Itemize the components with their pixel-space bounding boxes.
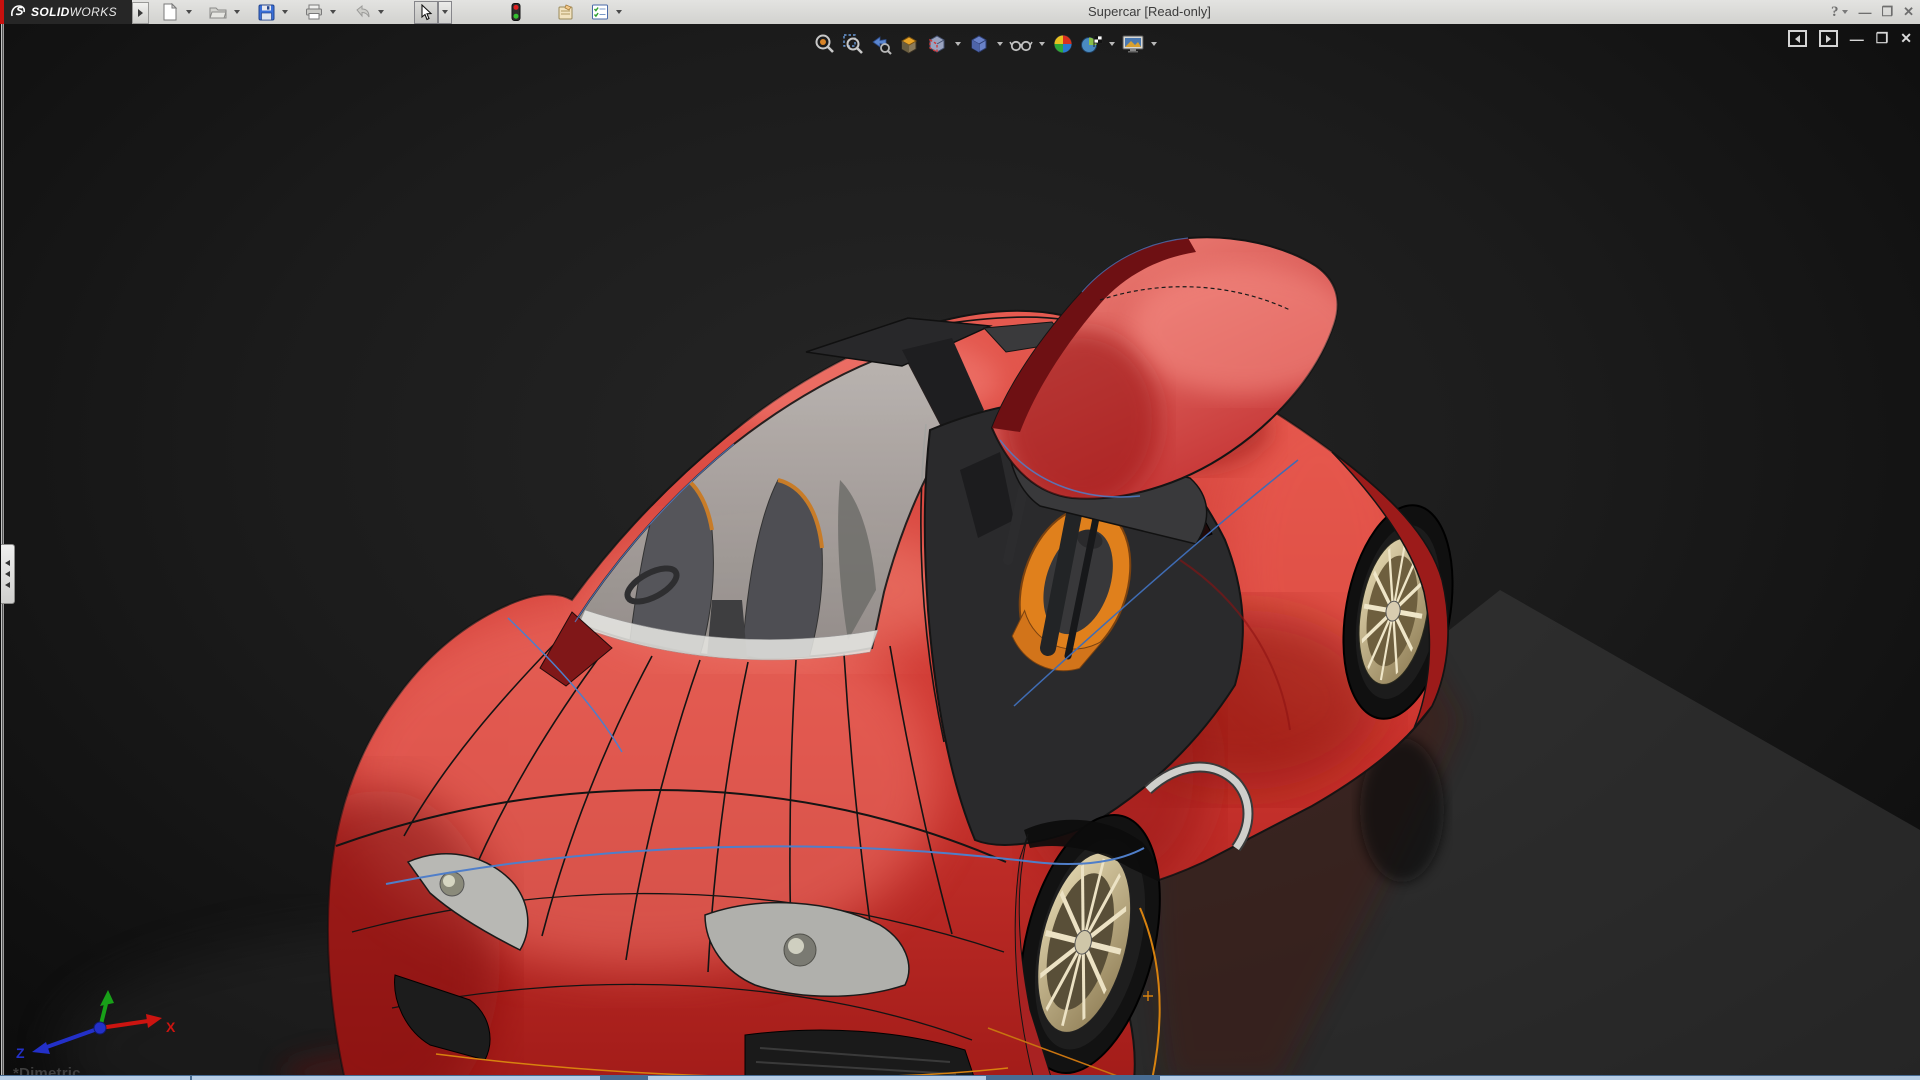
headsup-view-toolbar: [812, 32, 1159, 56]
document-window-controls: — ❐ ✕: [1787, 30, 1912, 47]
graphics-viewport[interactable]: X Z — ❐ ✕ *Dimetric: [0, 24, 1920, 1080]
previous-view-icon: [871, 36, 892, 55]
restore-button[interactable]: ❐: [1881, 4, 1893, 20]
titlebar: SOLIDWORKS Supercar [Read-only] ? — ❐ ✕: [0, 0, 1920, 25]
undo-arrow-icon: [356, 4, 370, 18]
section-view-button[interactable]: [896, 32, 921, 56]
zoom-to-area-button[interactable]: [840, 32, 865, 56]
help-dropdown[interactable]: [1842, 10, 1849, 14]
undo-dropdown[interactable]: [374, 1, 388, 24]
save-dropdown[interactable]: [278, 1, 292, 24]
triangle-right-icon: [1825, 34, 1831, 43]
new-document-button[interactable]: [158, 1, 182, 24]
save-button[interactable]: [254, 1, 278, 24]
car-model-scene[interactable]: X Z: [0, 24, 1920, 1080]
brand-text-bold: SOLID: [31, 5, 70, 19]
options-button[interactable]: [588, 1, 612, 24]
traffic-light-icon: [511, 3, 521, 21]
previous-view-button[interactable]: [868, 32, 893, 56]
select-dropdown[interactable]: [438, 0, 452, 24]
display-style-button[interactable]: [966, 32, 991, 56]
print-icon: [306, 4, 322, 20]
select-button[interactable]: [414, 0, 438, 24]
pane-right-toggle[interactable]: [1818, 30, 1838, 47]
hide-show-items-dropdown[interactable]: [1036, 32, 1047, 56]
view-settings-button[interactable]: [1120, 32, 1145, 56]
solidworks-window: SOLIDWORKS Supercar [Read-only] ? — ❐ ✕ …: [0, 0, 1920, 1080]
featuremanager-collapsed-tab[interactable]: [1, 544, 15, 604]
3ds-logo-icon: [11, 5, 26, 17]
chevron-left-icon: [5, 560, 10, 566]
rebuild-button[interactable]: [504, 1, 528, 24]
doc-restore-button[interactable]: ❐: [1876, 30, 1889, 47]
view-orientation-button[interactable]: [924, 32, 949, 56]
apply-scene-dropdown[interactable]: [1106, 32, 1117, 56]
minimize-button[interactable]: —: [1858, 5, 1871, 20]
chevron-left-icon: [5, 582, 10, 588]
zoom-to-fit-button[interactable]: [812, 32, 837, 56]
select-cursor-icon: [421, 3, 433, 20]
apply-scene-button[interactable]: [1078, 32, 1103, 56]
view-orientation-icon: [928, 35, 944, 54]
triad-x-label: X: [166, 1019, 176, 1035]
view-settings-dropdown[interactable]: [1148, 32, 1159, 56]
hide-show-items-button[interactable]: [1008, 32, 1033, 56]
appearance-ball-icon: [1053, 35, 1072, 53]
new-document-dropdown[interactable]: [182, 1, 196, 24]
window-title: Supercar [Read-only]: [1088, 4, 1211, 19]
print-button[interactable]: [302, 1, 326, 24]
file-properties-button[interactable]: [554, 1, 578, 24]
arrow-right-icon: [138, 9, 143, 17]
open-dropdown[interactable]: [230, 1, 244, 24]
pane-left-toggle[interactable]: [1787, 30, 1807, 47]
view-settings-icon: [1122, 35, 1143, 53]
zoom-to-area-icon: [842, 34, 863, 54]
options-dropdown[interactable]: [612, 1, 626, 24]
apply-scene-icon: [1080, 35, 1102, 53]
solidworks-brand: SOLIDWORKS: [4, 0, 132, 24]
main-toolbar: [158, 0, 626, 24]
display-style-dropdown[interactable]: [994, 32, 1005, 56]
options-icon: [592, 4, 608, 20]
display-style-icon: [971, 35, 986, 53]
edit-appearance-button[interactable]: [1050, 32, 1075, 56]
undo-button[interactable]: [350, 1, 374, 24]
help-button[interactable]: ?: [1831, 4, 1839, 21]
chevron-left-icon: [5, 571, 10, 577]
triad-z-label: Z: [16, 1045, 25, 1061]
print-dropdown[interactable]: [326, 1, 340, 24]
file-properties-icon: [558, 4, 573, 19]
view-orientation-dropdown[interactable]: [952, 32, 963, 56]
zoom-to-fit-icon: [815, 34, 834, 53]
triangle-left-icon: [1794, 34, 1800, 43]
open-folder-icon: [209, 7, 227, 19]
brand-text-light: WORKS: [69, 5, 118, 19]
app-window-controls: ? — ❐ ✕: [1831, 0, 1914, 24]
open-button[interactable]: [206, 1, 230, 24]
section-view-icon: [900, 36, 917, 54]
doc-close-button[interactable]: ✕: [1900, 30, 1912, 47]
eyeglasses-icon: [1008, 40, 1033, 52]
new-document-icon: [163, 3, 178, 21]
taskbar-edge-strip: [0, 1075, 1920, 1080]
save-floppy-icon: [258, 4, 274, 20]
doc-minimize-button[interactable]: —: [1850, 31, 1864, 47]
close-button[interactable]: ✕: [1903, 4, 1914, 20]
menu-expand-arrow[interactable]: [132, 2, 149, 24]
